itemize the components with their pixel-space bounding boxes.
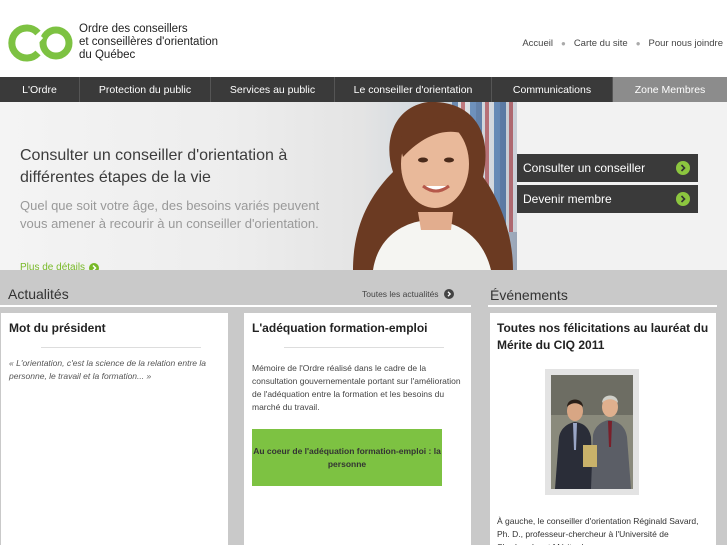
hero-banner: Consulter un conseiller d'orientation à … [0,102,727,270]
adequation-card: L'adéquation formation-emploi Mémoire de… [244,313,471,545]
card-separator [284,347,444,348]
event-card-title[interactable]: Toutes nos félicitations au lauréat du M… [497,320,713,354]
president-card-title[interactable]: Mot du président [9,320,106,337]
president-quote: « L'orientation, c'est la science de la … [9,358,206,381]
more-details-label: Plus de détails [20,262,86,270]
nav-item-ordre[interactable]: L'Ordre [0,77,80,102]
news-section-title: Actualités [8,286,69,302]
nav-item-zone-membres[interactable]: Zone Membres [613,77,727,102]
adequation-text: Mémoire de l'Ordre réalisé dans le cadre… [252,363,461,412]
card-separator [41,347,201,348]
award-photo-image [551,375,633,489]
arrow-circle-icon [89,262,100,270]
arrow-circle-icon [676,192,690,206]
event-caption: À gauche, le conseiller d'orientation Ré… [497,516,699,545]
sitemap-link[interactable]: Carte du site [574,38,628,49]
arrow-circle-icon [676,161,690,175]
president-message-card: Mot du président « L'orientation, c'est … [1,313,228,545]
nav-item-services[interactable]: Services au public [211,77,335,102]
contact-link[interactable]: Pour nous joindre [649,38,723,49]
adequation-card-title[interactable]: L'adéquation formation-emploi [252,320,428,337]
become-member-button[interactable]: Devenir membre [517,185,698,213]
separator-dot-icon: ● [560,39,566,48]
news-divider [0,305,471,307]
all-news-label: Toutes les actualités [362,289,439,299]
hero-title: Consulter un conseiller d'orientation à … [20,147,288,186]
events-divider [488,305,717,307]
org-name: Ordre des conseillers et conseillères d'… [79,23,218,61]
all-news-link[interactable]: Toutes les actualités [362,289,454,299]
ordre-logo-icon[interactable] [8,24,74,62]
consult-advisor-label: Consulter un conseiller [523,161,646,175]
consult-advisor-button[interactable]: Consulter un conseiller [517,154,698,182]
arrow-circle-icon [443,289,454,299]
site-header: Ordre des conseillers et conseillères d'… [0,0,727,77]
event-card: Toutes nos félicitations au lauréat du M… [490,313,716,545]
become-member-label: Devenir membre [523,192,612,206]
home-link[interactable]: Accueil [522,38,553,49]
woman-portrait-image [353,102,513,270]
utility-nav: Accueil ● Carte du site ● Pour nous join… [522,38,723,49]
content-area: Actualités Toutes les actualités Événeme… [0,270,727,545]
main-nav: L'Ordre Protection du public Services au… [0,77,727,102]
nav-item-communications[interactable]: Communications [492,77,613,102]
adequation-button[interactable]: Au coeur de l'adéquation formation-emplo… [252,429,442,486]
more-details-link[interactable]: Plus de détails [20,262,100,270]
nav-item-conseiller[interactable]: Le conseiller d'orientation [335,77,492,102]
nav-item-protection[interactable]: Protection du public [80,77,211,102]
hero-text: Quel que soit votre âge, des besoins var… [20,198,320,231]
separator-dot-icon: ● [635,39,641,48]
events-section-title: Événements [490,287,568,303]
